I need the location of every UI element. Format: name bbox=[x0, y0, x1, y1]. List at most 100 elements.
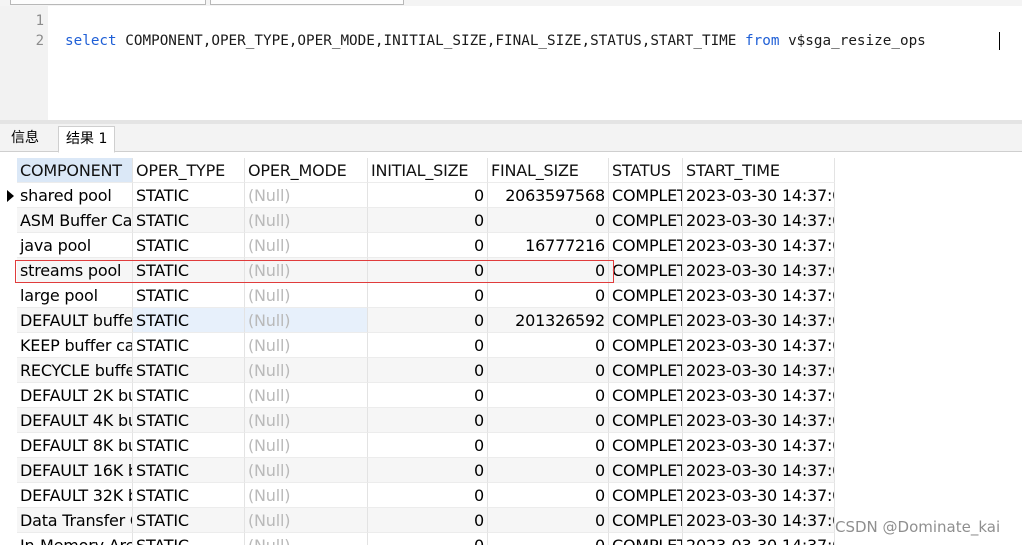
table-cell[interactable]: STATIC bbox=[133, 383, 245, 408]
table-cell[interactable]: 0 bbox=[368, 333, 488, 358]
row-indicator[interactable] bbox=[0, 433, 17, 458]
table-cell[interactable]: 2063597568 bbox=[488, 183, 609, 208]
table-cell[interactable]: (Null) bbox=[245, 233, 368, 258]
table-cell[interactable]: DEFAULT 32K b bbox=[17, 483, 133, 508]
table-cell[interactable]: Data Transfer Ca bbox=[17, 508, 133, 533]
table-cell[interactable]: 2023-03-30 14:37:01 bbox=[683, 233, 835, 258]
table-cell[interactable]: 0 bbox=[368, 183, 488, 208]
table-cell[interactable]: 0 bbox=[368, 408, 488, 433]
table-cell[interactable]: streams pool bbox=[17, 258, 133, 283]
sql-editor[interactable]: 1 2 select COMPONENT,OPER_TYPE,OPER_MODE… bbox=[0, 6, 1022, 120]
table-cell[interactable]: 0 bbox=[368, 383, 488, 408]
column-header[interactable]: OPER_MODE bbox=[245, 158, 368, 183]
column-header[interactable]: INITIAL_SIZE bbox=[368, 158, 488, 183]
table-cell[interactable]: COMPLET bbox=[609, 433, 683, 458]
table-cell[interactable]: COMPLET bbox=[609, 233, 683, 258]
table-cell[interactable]: 0 bbox=[488, 258, 609, 283]
result-grid[interactable]: COMPONENT OPER_TYPE OPER_MODE INITIAL_SIZE F… bbox=[0, 153, 1022, 545]
table-cell[interactable]: (Null) bbox=[245, 283, 368, 308]
table-cell[interactable]: STATIC bbox=[133, 433, 245, 458]
table-cell[interactable]: 0 bbox=[368, 208, 488, 233]
table-cell[interactable]: 0 bbox=[368, 258, 488, 283]
table-cell[interactable]: COMPLET bbox=[609, 408, 683, 433]
row-indicator[interactable] bbox=[0, 233, 17, 258]
row-indicator[interactable] bbox=[0, 333, 17, 358]
table-cell[interactable]: COMPLET bbox=[609, 183, 683, 208]
table-cell[interactable]: 2023-03-30 14:37:01 bbox=[683, 358, 835, 383]
row-indicator[interactable] bbox=[0, 283, 17, 308]
table-cell[interactable]: RECYCLE buffer bbox=[17, 358, 133, 383]
table-cell[interactable]: 2023-03-30 14:37:01 bbox=[683, 208, 835, 233]
table-cell[interactable]: 0 bbox=[368, 308, 488, 333]
column-header[interactable]: START_TIME bbox=[683, 158, 835, 183]
column-header[interactable]: OPER_TYPE bbox=[133, 158, 245, 183]
table-cell[interactable]: STATIC bbox=[133, 233, 245, 258]
row-indicator[interactable] bbox=[0, 458, 17, 483]
table-cell[interactable]: DEFAULT 2K bu bbox=[17, 383, 133, 408]
row-indicator[interactable] bbox=[0, 258, 17, 283]
table-cell[interactable]: STATIC bbox=[133, 458, 245, 483]
table-cell[interactable]: DEFAULT buffer bbox=[17, 308, 133, 333]
table-cell[interactable]: COMPLET bbox=[609, 483, 683, 508]
table-cell[interactable]: COMPLET bbox=[609, 533, 683, 545]
table-cell[interactable]: 0 bbox=[488, 458, 609, 483]
table-cell[interactable]: STATIC bbox=[133, 358, 245, 383]
table-cell[interactable]: (Null) bbox=[245, 533, 368, 545]
table-cell[interactable]: shared pool bbox=[17, 183, 133, 208]
table-cell[interactable]: (Null) bbox=[245, 433, 368, 458]
row-indicator[interactable] bbox=[0, 183, 17, 208]
column-header[interactable]: FINAL_SIZE bbox=[488, 158, 609, 183]
table-cell[interactable]: 0 bbox=[488, 508, 609, 533]
table-cell[interactable]: 0 bbox=[488, 383, 609, 408]
table-cell[interactable]: 0 bbox=[368, 233, 488, 258]
table-cell[interactable]: (Null) bbox=[245, 183, 368, 208]
table-cell[interactable]: 0 bbox=[368, 283, 488, 308]
table-cell[interactable]: (Null) bbox=[245, 358, 368, 383]
table-cell[interactable]: 201326592 bbox=[488, 308, 609, 333]
column-header[interactable]: STATUS bbox=[609, 158, 683, 183]
table-cell[interactable]: 0 bbox=[488, 408, 609, 433]
table-cell[interactable]: 0 bbox=[368, 508, 488, 533]
table-cell[interactable]: 16777216 bbox=[488, 233, 609, 258]
table-cell[interactable]: COMPLET bbox=[609, 208, 683, 233]
table-cell[interactable]: 0 bbox=[368, 358, 488, 383]
table-cell[interactable]: COMPLET bbox=[609, 308, 683, 333]
table-cell[interactable]: 2023-03-30 14:37:01 bbox=[683, 183, 835, 208]
table-cell[interactable]: KEEP buffer cac bbox=[17, 333, 133, 358]
table-cell[interactable]: 0 bbox=[368, 458, 488, 483]
row-indicator[interactable] bbox=[0, 383, 17, 408]
row-indicator[interactable] bbox=[0, 208, 17, 233]
row-indicator[interactable] bbox=[0, 358, 17, 383]
table-cell[interactable]: (Null) bbox=[245, 483, 368, 508]
table-cell[interactable]: COMPLET bbox=[609, 358, 683, 383]
table-cell[interactable]: STATIC bbox=[133, 258, 245, 283]
table-cell[interactable]: 0 bbox=[488, 433, 609, 458]
table-cell[interactable]: DEFAULT 16K b bbox=[17, 458, 133, 483]
table-cell[interactable]: 2023-03-30 14:37:01 bbox=[683, 408, 835, 433]
table-cell[interactable]: 2023-03-30 14:37:01 bbox=[683, 433, 835, 458]
table-cell[interactable]: In-Memory Are bbox=[17, 533, 133, 545]
table-cell[interactable]: (Null) bbox=[245, 208, 368, 233]
table-cell[interactable]: large pool bbox=[17, 283, 133, 308]
table-cell[interactable]: 0 bbox=[488, 533, 609, 545]
table-cell[interactable]: 0 bbox=[488, 333, 609, 358]
row-indicator[interactable] bbox=[0, 533, 17, 545]
table-cell[interactable]: 0 bbox=[488, 208, 609, 233]
table-cell[interactable]: 2023-03-30 14:37:01 bbox=[683, 483, 835, 508]
table-cell[interactable]: 0 bbox=[488, 283, 609, 308]
table-cell[interactable]: 2023-03-30 14:37:01 bbox=[683, 308, 835, 333]
table-cell[interactable]: (Null) bbox=[245, 258, 368, 283]
toolbar-dropdown-right[interactable] bbox=[210, 0, 404, 5]
table-cell[interactable]: STATIC bbox=[133, 508, 245, 533]
table-cell[interactable]: STATIC bbox=[133, 208, 245, 233]
toolbar-dropdown-left[interactable] bbox=[10, 0, 206, 5]
table-cell[interactable]: STATIC bbox=[133, 308, 245, 333]
table-cell[interactable]: (Null) bbox=[245, 383, 368, 408]
row-indicator[interactable] bbox=[0, 408, 17, 433]
table-cell[interactable]: STATIC bbox=[133, 333, 245, 358]
row-indicator[interactable] bbox=[0, 508, 17, 533]
table-cell[interactable]: STATIC bbox=[133, 408, 245, 433]
table-cell[interactable]: COMPLET bbox=[609, 283, 683, 308]
table-cell[interactable]: DEFAULT 8K bu bbox=[17, 433, 133, 458]
table-cell[interactable]: STATIC bbox=[133, 283, 245, 308]
